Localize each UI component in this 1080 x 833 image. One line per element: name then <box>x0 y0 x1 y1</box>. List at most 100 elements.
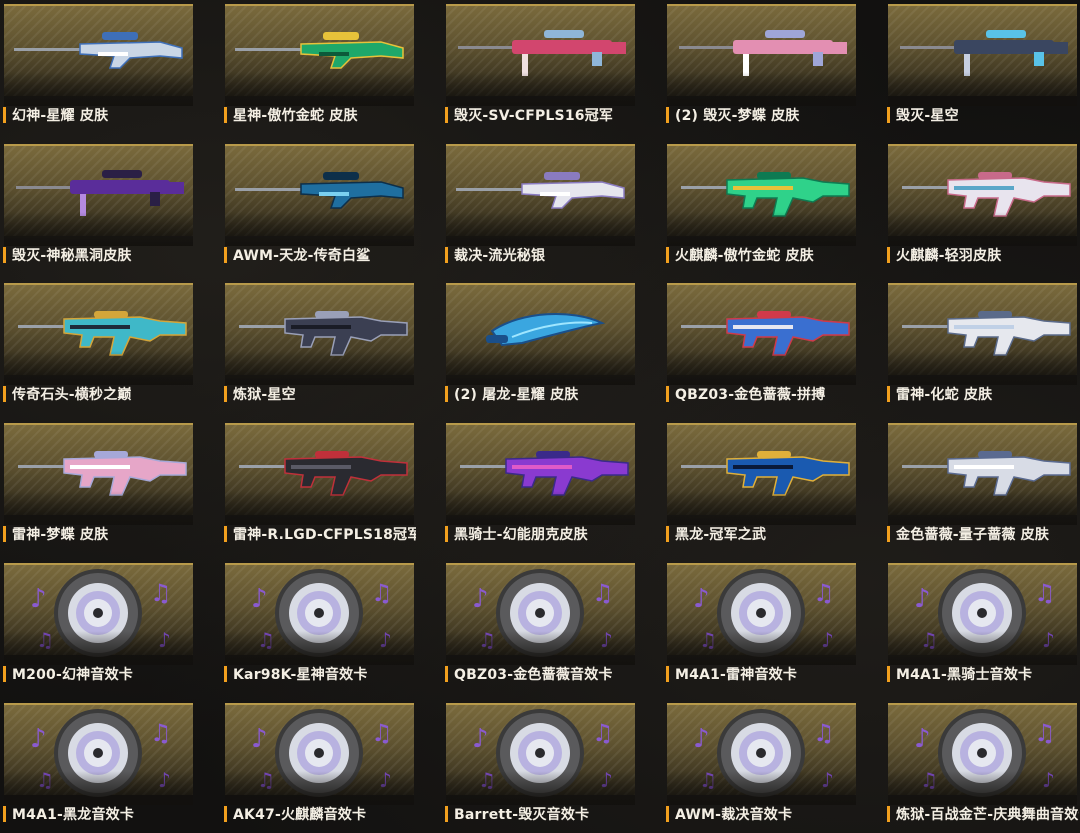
thumbnail-fade <box>4 212 193 246</box>
accent-bar <box>445 247 448 263</box>
svg-text:♫: ♫ <box>592 579 614 607</box>
weapon-art <box>239 311 408 356</box>
weapon-skin-item[interactable]: 雷神-梦蝶 皮肤 <box>2 421 195 549</box>
weapon-skin-item[interactable]: (2) 毁灭-梦蝶 皮肤 <box>665 2 858 130</box>
accent-bar <box>887 806 890 822</box>
item-label-row: 传奇石头-横秒之巅 <box>2 383 195 405</box>
item-label-row: Barrett-毁灭音效卡 <box>444 803 637 825</box>
svg-text:♪: ♪ <box>251 584 268 614</box>
item-name: 毁灭-星空 <box>896 108 959 124</box>
item-label-row: M4A1-黑骑士音效卡 <box>886 663 1079 685</box>
sound-card-item[interactable]: ♪♫♫♪QBZ03-金色蔷薇音效卡 <box>444 561 637 689</box>
weapon-skin-item[interactable]: AWM-天龙-传奇白鲨 <box>223 142 416 270</box>
accent-bar <box>3 806 6 822</box>
sound-card-item[interactable]: ♪♫♫♪AWM-裁决音效卡 <box>665 701 858 829</box>
weapon-image <box>456 172 625 209</box>
item-name: 星神-傲竹金蛇 皮肤 <box>233 108 358 124</box>
sound-card-item[interactable]: ♪♫♫♪M4A1-雷神音效卡 <box>665 561 858 689</box>
item-label-row: QBZ03-金色蔷薇音效卡 <box>444 663 637 685</box>
weapon-image <box>235 32 404 69</box>
weapon-skin-item[interactable]: 火麒麟-傲竹金蛇 皮肤 <box>665 142 858 270</box>
accent-bar <box>445 107 448 123</box>
thumbnail-fade <box>667 351 856 385</box>
item-label-row: M4A1-黑龙音效卡 <box>2 803 195 825</box>
weapon-art <box>681 451 850 496</box>
item-name: 雷神-梦蝶 皮肤 <box>12 527 109 543</box>
accent-bar <box>666 107 669 123</box>
svg-text:♫: ♫ <box>150 579 172 607</box>
item-grid: 幻神-星耀 皮肤 星神-傲竹金蛇 皮肤 毁灭-SV-CFPLS16冠军 (2) 毁灭-… <box>0 0 1080 833</box>
svg-text:♪: ♪ <box>914 724 931 754</box>
thumbnail-fade <box>667 212 856 246</box>
item-label-row: 毁灭-SV-CFPLS16冠军 <box>444 104 637 126</box>
item-label-row: 幻神-星耀 皮肤 <box>2 104 195 126</box>
weapon-skin-item[interactable]: 金色蔷薇-量子蔷薇 皮肤 <box>886 421 1079 549</box>
weapon-skin-item[interactable]: 炼狱-星空 <box>223 281 416 409</box>
item-name: M200-幻神音效卡 <box>12 667 133 683</box>
item-label-row: 黑龙-冠军之武 <box>665 523 858 545</box>
item-name: 传奇石头-横秒之巅 <box>12 387 132 403</box>
accent-bar <box>666 806 669 822</box>
accent-bar <box>224 386 227 402</box>
weapon-skin-item[interactable]: 传奇石头-横秒之巅 <box>2 281 195 409</box>
weapon-skin-item[interactable]: 火麒麟-轻羽皮肤 <box>886 142 1079 270</box>
item-name: 裁决-流光秘银 <box>454 248 546 264</box>
svg-text:♫: ♫ <box>1034 579 1056 607</box>
svg-text:♫: ♫ <box>813 579 835 607</box>
accent-bar <box>666 666 669 682</box>
weapon-skin-item[interactable]: 裁决-流光秘银 <box>444 142 637 270</box>
item-name: 幻神-星耀 皮肤 <box>12 108 109 124</box>
thumbnail-fade <box>446 631 635 665</box>
item-label-row: M4A1-雷神音效卡 <box>665 663 858 685</box>
item-name: 毁灭-SV-CFPLS16冠军 <box>454 108 614 124</box>
sound-card-item[interactable]: ♪♫♫♪Barrett-毁灭音效卡 <box>444 701 637 829</box>
item-name: 黑龙-冠军之武 <box>675 527 767 543</box>
thumbnail-fade <box>888 212 1077 246</box>
sound-card-item[interactable]: ♪♫♫♪M200-幻神音效卡 <box>2 561 195 689</box>
thumbnail-fade <box>888 771 1077 805</box>
svg-text:♪: ♪ <box>693 724 710 754</box>
item-name: AK47-火麒麟音效卡 <box>233 807 367 823</box>
item-name: 金色蔷薇-量子蔷薇 皮肤 <box>896 527 1050 543</box>
item-name: 火麒麟-傲竹金蛇 皮肤 <box>675 248 814 264</box>
thumbnail-fade <box>667 72 856 106</box>
item-name: 雷神-R.LGD-CFPLS18冠军 <box>233 527 416 543</box>
accent-bar <box>887 666 890 682</box>
accent-bar <box>887 247 890 263</box>
thumbnail-fade <box>888 351 1077 385</box>
item-label-row: 火麒麟-傲竹金蛇 皮肤 <box>665 244 858 266</box>
weapon-skin-item[interactable]: 雷神-化蛇 皮肤 <box>886 281 1079 409</box>
weapon-skin-item[interactable]: 幻神-星耀 皮肤 <box>2 2 195 130</box>
weapon-skin-item[interactable]: QBZ03-金色蔷薇-拼搏 <box>665 281 858 409</box>
accent-bar <box>887 107 890 123</box>
weapon-skin-item[interactable]: 雷神-R.LGD-CFPLS18冠军 <box>223 421 416 549</box>
sound-card-item[interactable]: ♪♫♫♪M4A1-黑龙音效卡 <box>2 701 195 829</box>
accent-bar <box>666 247 669 263</box>
item-label-row: M200-幻神音效卡 <box>2 663 195 685</box>
item-label-row: 毁灭-星空 <box>886 104 1079 126</box>
sound-card-item[interactable]: ♪♫♫♪Kar98K-星神音效卡 <box>223 561 416 689</box>
weapon-skin-item[interactable]: 毁灭-SV-CFPLS16冠军 <box>444 2 637 130</box>
weapon-image <box>679 30 847 76</box>
weapon-skin-item[interactable]: 黑龙-冠军之武 <box>665 421 858 549</box>
sound-card-item[interactable]: ♪♫♫♪M4A1-黑骑士音效卡 <box>886 561 1079 689</box>
svg-text:♫: ♫ <box>1034 719 1056 747</box>
accent-bar <box>3 526 6 542</box>
weapon-skin-item[interactable]: 毁灭-神秘黑洞皮肤 <box>2 142 195 270</box>
weapon-skin-item[interactable]: 黑骑士-幻能朋克皮肤 <box>444 421 637 549</box>
weapon-art <box>16 170 184 216</box>
weapon-skin-item[interactable]: (2) 屠龙-星耀 皮肤 <box>444 281 637 409</box>
weapon-art <box>681 172 850 217</box>
item-label-row: 毁灭-神秘黑洞皮肤 <box>2 244 195 266</box>
accent-bar <box>224 526 227 542</box>
item-label-row: 雷神-梦蝶 皮肤 <box>2 523 195 545</box>
sound-card-item[interactable]: ♪♫♫♪炼狱-百战金芒-庆典舞曲音效卡 <box>886 701 1079 829</box>
weapon-skin-item[interactable]: 毁灭-星空 <box>886 2 1079 130</box>
accent-bar <box>887 526 890 542</box>
weapon-skin-item[interactable]: 星神-傲竹金蛇 皮肤 <box>223 2 416 130</box>
weapon-art <box>18 451 187 496</box>
sound-card-item[interactable]: ♪♫♫♪AK47-火麒麟音效卡 <box>223 701 416 829</box>
weapon-image <box>900 30 1068 76</box>
item-name: Kar98K-星神音效卡 <box>233 667 368 683</box>
accent-bar <box>3 666 6 682</box>
